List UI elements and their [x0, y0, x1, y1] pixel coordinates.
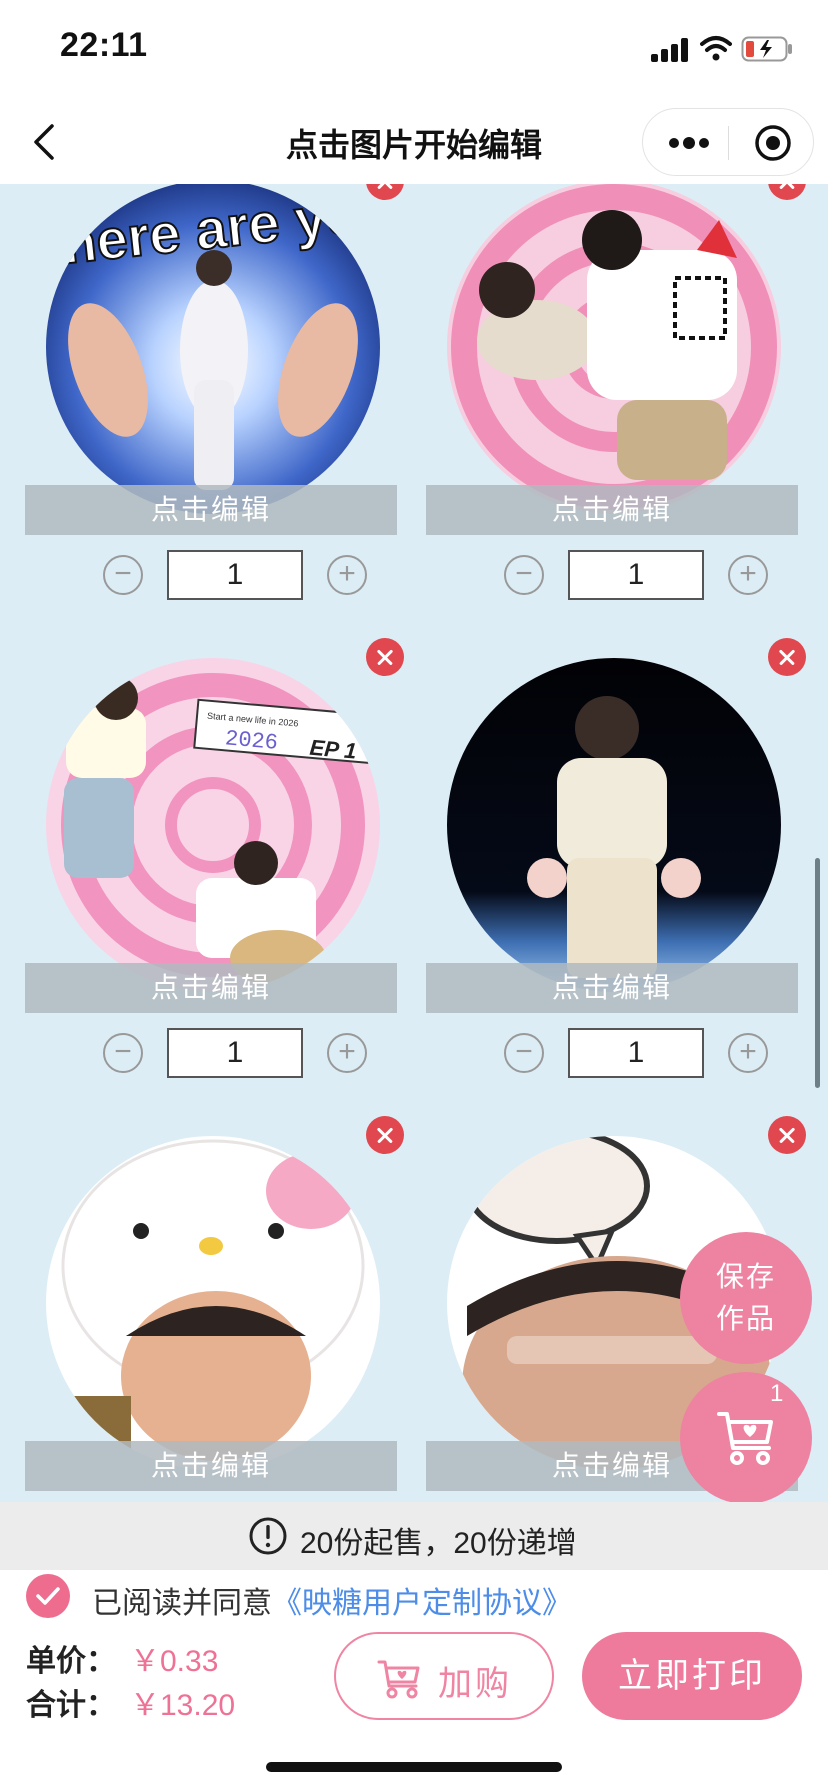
edit-button[interactable]: 点击编辑 — [25, 485, 397, 535]
edit-button[interactable]: 点击编辑 — [25, 963, 397, 1013]
save-work-label-2: 作品 — [715, 1303, 776, 1334]
delete-button[interactable] — [366, 1116, 404, 1154]
info-icon — [249, 1517, 287, 1555]
decrement-button[interactable]: − — [103, 555, 143, 595]
photo-card: 点击编辑 − 1 + — [426, 658, 798, 1078]
notice-bar: 20份起售，20份递增 — [0, 1502, 828, 1570]
quantity-stepper: − 1 + — [426, 1028, 798, 1078]
decrement-button[interactable]: − — [103, 1033, 143, 1073]
increment-button[interactable]: + — [327, 555, 367, 595]
photo-ep-text: EP 1 — [309, 735, 358, 764]
unit-price-value: ￥0.33 — [130, 1645, 219, 1678]
total-price-row: 合计： ￥13.20 — [26, 1680, 235, 1724]
delete-button[interactable] — [768, 1116, 806, 1154]
photo-thumbnail[interactable] — [46, 1136, 380, 1470]
photo-card: 点击编辑 − 1 + — [426, 184, 798, 600]
agreement-link[interactable]: 《映糖用户定制协议》 — [272, 1587, 572, 1620]
delete-button[interactable] — [366, 638, 404, 676]
photo-year-text: 2026 — [224, 726, 279, 756]
checkout-panel: 已阅读并同意《映糖用户定制协议》 单价： ￥0.33 合计： ￥13.20 加购 立… — [0, 1570, 828, 1792]
total-price-label: 合计： — [26, 1689, 116, 1722]
notice-text: 20份起售，20份递增 — [300, 1527, 577, 1560]
photo-thumbnail[interactable]: Start a new life in 2026 2026 EP 1 — [46, 658, 380, 992]
photo-thumbnail[interactable]: Where are you! — [46, 184, 380, 514]
quantity-field[interactable]: 1 — [167, 550, 303, 600]
agreement-text: 已阅读并同意《映糖用户定制协议》 — [92, 1578, 572, 1622]
save-work-button[interactable]: 保存 作品 — [680, 1232, 812, 1364]
battery-icon — [741, 36, 792, 62]
check-icon — [36, 1587, 60, 1605]
decrement-button[interactable]: − — [504, 1033, 544, 1073]
increment-button[interactable]: + — [728, 1033, 768, 1073]
photo-thumbnail[interactable] — [447, 184, 781, 514]
signal-icon — [651, 38, 691, 62]
unit-price-row: 单价： ￥0.33 — [26, 1636, 218, 1680]
increment-button[interactable]: + — [728, 555, 768, 595]
save-work-label-1: 保存 — [715, 1261, 776, 1292]
nav-bar: 点击图片开始编辑 — [0, 100, 828, 184]
home-indicator — [266, 1762, 562, 1772]
edit-button[interactable]: 点击编辑 — [426, 485, 798, 535]
quantity-field[interactable]: 1 — [568, 550, 704, 600]
increment-button[interactable]: + — [327, 1033, 367, 1073]
photo-thumbnail[interactable] — [447, 658, 781, 992]
add-to-cart-button[interactable]: 加购 — [334, 1632, 554, 1720]
photo-card: 点击编辑 — [25, 1136, 397, 1502]
agreement-checkbox[interactable] — [26, 1574, 70, 1618]
status-bar: 22:11 — [0, 0, 828, 100]
cart-button[interactable]: 1 — [680, 1372, 812, 1504]
add-to-cart-label: 加购 — [438, 1665, 512, 1703]
total-price-value: ￥13.20 — [130, 1689, 236, 1722]
photo-card: Start a new life in 2026 2026 EP 1 点击编辑 … — [25, 658, 397, 1078]
edit-button[interactable]: 点击编辑 — [426, 963, 798, 1013]
capsule-divider — [728, 126, 729, 160]
scrollbar[interactable] — [815, 858, 820, 1088]
delete-button[interactable] — [768, 638, 806, 676]
cart-icon — [377, 1660, 420, 1699]
decrement-button[interactable]: − — [504, 555, 544, 595]
close-miniapp-icon[interactable] — [753, 123, 793, 163]
quantity-stepper: − 1 + — [25, 1028, 397, 1078]
edit-button[interactable]: 点击编辑 — [25, 1441, 397, 1491]
unit-price-label: 单价： — [26, 1645, 116, 1678]
miniapp-capsule — [642, 108, 814, 176]
cart-icon — [717, 1412, 773, 1465]
print-now-button[interactable]: 立即打印 — [582, 1632, 802, 1720]
quantity-stepper: − 1 + — [25, 550, 397, 600]
quantity-field[interactable]: 1 — [568, 1028, 704, 1078]
wifi-icon — [700, 36, 732, 61]
quantity-field[interactable]: 1 — [167, 1028, 303, 1078]
quantity-stepper: − 1 + — [426, 550, 798, 600]
more-icon[interactable] — [667, 133, 711, 153]
photo-card: Where are you! 点击编辑 − 1 + — [25, 184, 397, 600]
agreement-prefix: 已阅读并同意 — [92, 1587, 272, 1620]
status-time: 22:11 — [60, 26, 148, 64]
